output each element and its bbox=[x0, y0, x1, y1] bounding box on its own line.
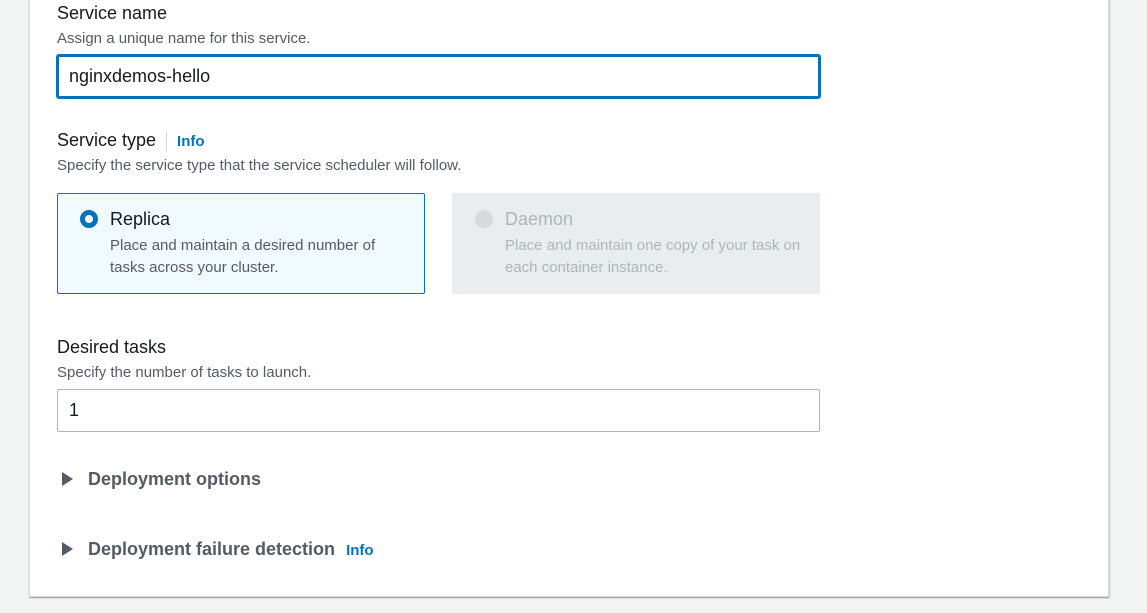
desired-tasks-input[interactable] bbox=[57, 389, 820, 432]
caret-right-icon bbox=[62, 472, 73, 486]
desired-tasks-description: Specify the number of tasks to launch. bbox=[57, 364, 312, 381]
daemon-option-title: Daemon bbox=[505, 209, 574, 229]
radio-selected-icon[interactable] bbox=[80, 210, 98, 228]
desired-tasks-label: Desired tasks bbox=[57, 337, 167, 357]
daemon-option-description: Place and maintain one copy of your task… bbox=[505, 237, 801, 276]
deployment-failure-detection-expander[interactable]: Deployment failure detection Info bbox=[62, 538, 374, 562]
service-name-description: Assign a unique name for this service. bbox=[57, 30, 311, 47]
deployment-failure-info-link[interactable]: Info bbox=[346, 542, 374, 559]
deployment-failure-detection-label: Deployment failure detection bbox=[88, 539, 336, 559]
replica-option-title: Replica bbox=[110, 209, 171, 229]
caret-right-icon bbox=[62, 542, 73, 556]
service-type-label: Service type Info bbox=[57, 129, 205, 153]
service-type-description: Specify the service type that the servic… bbox=[57, 157, 462, 174]
daemon-option-tile: Daemon Place and maintain one copy of yo… bbox=[452, 193, 820, 294]
deployment-options-label: Deployment options bbox=[88, 469, 262, 489]
service-type-info-link[interactable]: Info bbox=[177, 133, 205, 150]
separator bbox=[166, 131, 168, 152]
service-type-label-text: Service type bbox=[57, 130, 157, 150]
replica-option-description: Place and maintain a desired number of t… bbox=[110, 237, 376, 276]
service-name-input[interactable] bbox=[56, 54, 821, 99]
radio-disabled-icon bbox=[475, 210, 493, 228]
deployment-options-expander[interactable]: Deployment options bbox=[62, 468, 261, 490]
replica-option-tile[interactable]: Replica Place and maintain a desired num… bbox=[57, 193, 425, 294]
service-name-label: Service name bbox=[57, 3, 168, 23]
